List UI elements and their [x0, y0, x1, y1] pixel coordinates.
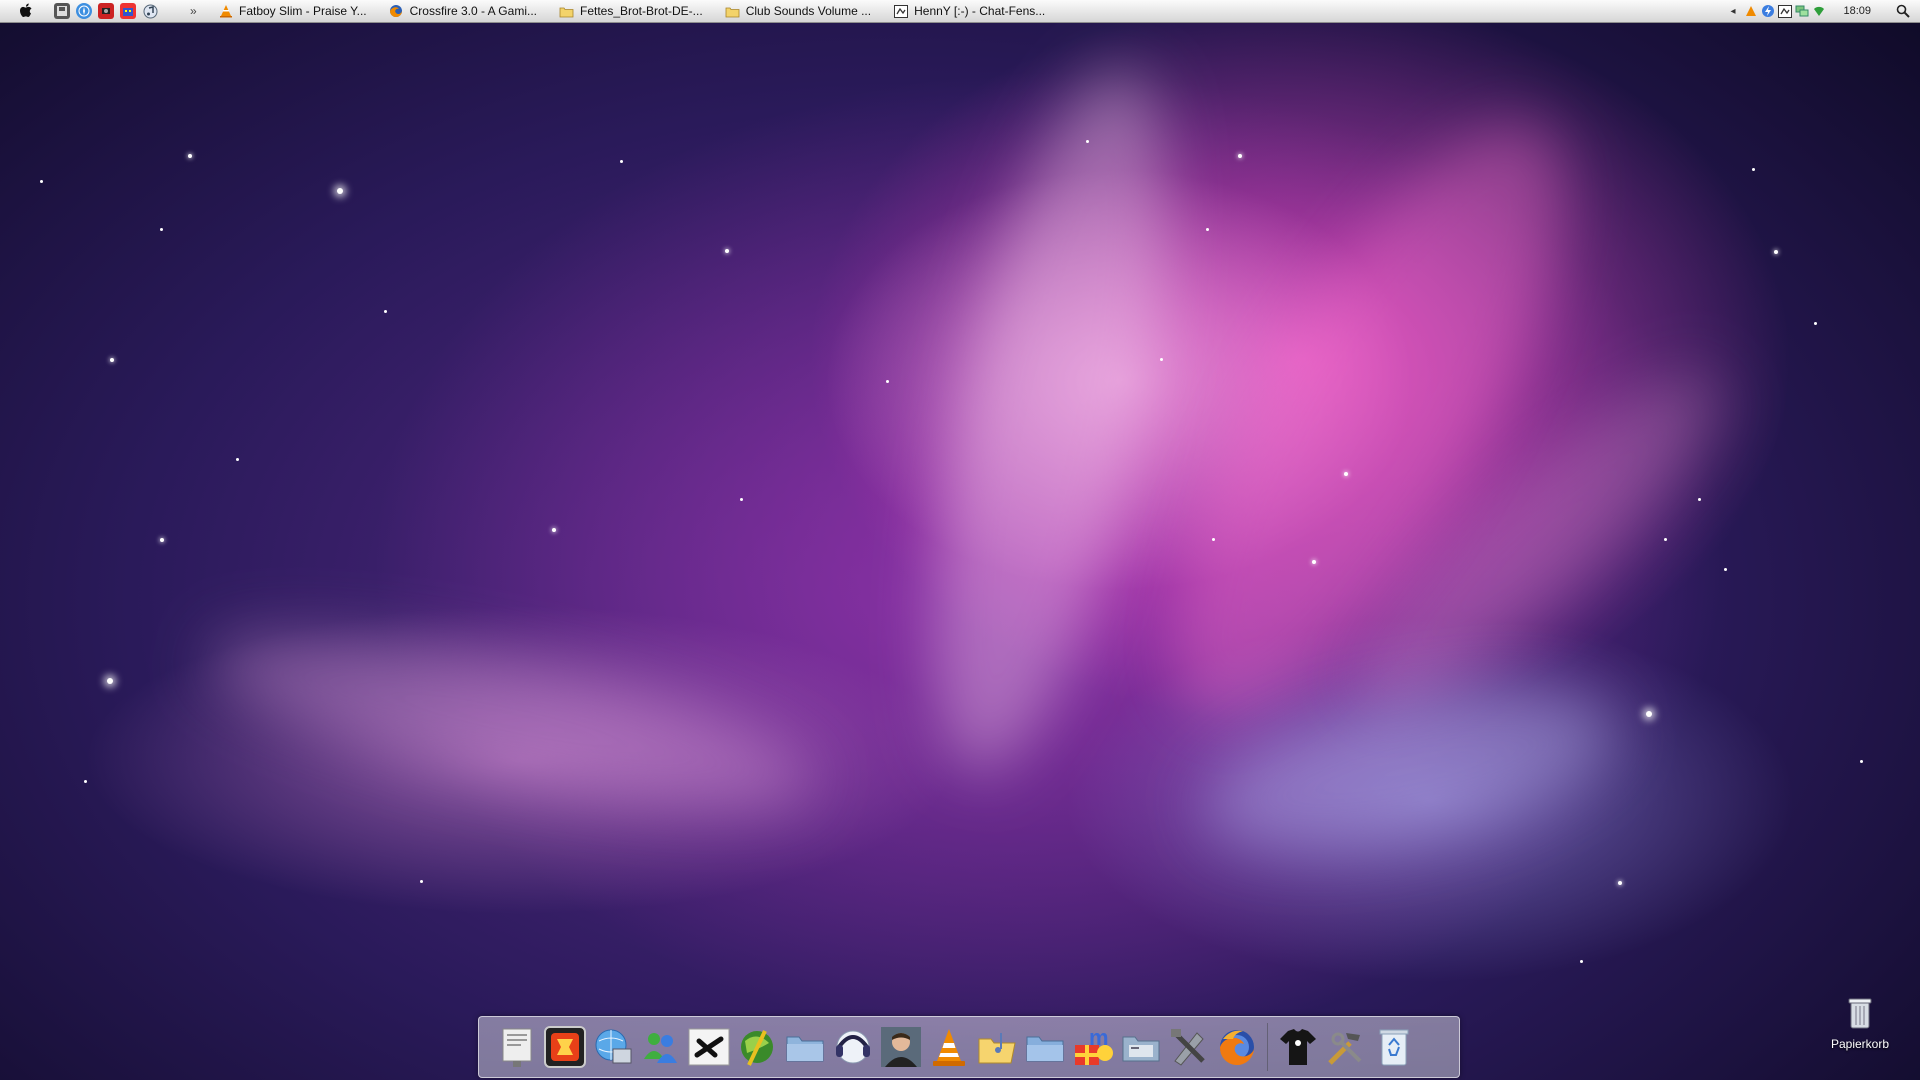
star [1086, 140, 1089, 143]
desktop-wallpaper [0, 0, 1920, 1080]
firefox-icon [389, 4, 404, 19]
gadget-icon[interactable] [541, 1023, 589, 1071]
network-globe-icon[interactable] [589, 1023, 637, 1071]
task-firefox[interactable]: Crossfire 3.0 - A Gami... [389, 0, 537, 22]
star [1814, 322, 1817, 325]
top-taskbar: » Fatboy Slim - Praise Y... Crossfire 3.… [0, 0, 1920, 23]
task-vlc[interactable]: Fatboy Slim - Praise Y... [218, 0, 367, 22]
star [337, 188, 343, 194]
task-label: Crossfire 3.0 - A Gami... [409, 4, 537, 18]
system-tray: ◂ 18:09 [1730, 0, 1920, 22]
folder-icon [559, 4, 574, 19]
flash-icon[interactable] [1761, 4, 1775, 18]
star [1344, 472, 1348, 476]
star [1618, 881, 1622, 885]
msn-icon[interactable]: m [1069, 1023, 1117, 1071]
recycle-bin-icon[interactable] [1370, 1023, 1418, 1071]
music-folder-icon[interactable] [973, 1023, 1021, 1071]
dock: m [478, 1016, 1460, 1078]
star [1664, 538, 1667, 541]
star [1160, 358, 1163, 361]
safari-icon[interactable] [76, 3, 92, 19]
star [1206, 228, 1209, 231]
star [160, 228, 163, 231]
star [725, 249, 729, 253]
task-chat-window[interactable]: HennY [:-) - Chat-Fens... [893, 0, 1045, 22]
star [420, 880, 423, 883]
preview-icon[interactable] [493, 1023, 541, 1071]
vlc-cone-icon [218, 4, 233, 19]
system-tools-icon[interactable] [1165, 1023, 1213, 1071]
itunes-icon[interactable] [142, 3, 158, 19]
x-app-icon[interactable] [685, 1023, 733, 1071]
star [740, 498, 743, 501]
aurora-ray [194, 596, 826, 844]
task-label: Fatboy Slim - Praise Y... [239, 4, 367, 18]
task-label: Fettes_Brot-Brot-DE-... [579, 4, 703, 18]
disk-utility-icon[interactable] [54, 3, 70, 19]
tray-expand-arrow[interactable]: ◂ [1730, 6, 1735, 17]
messenger-people-icon[interactable] [637, 1023, 685, 1071]
aurora-ray [887, 49, 1213, 791]
vlc-icon[interactable] [925, 1023, 973, 1071]
folder-icon [725, 4, 740, 19]
star [160, 538, 164, 542]
task-label: HennY [:-) - Chat-Fens... [914, 4, 1046, 18]
star [1312, 560, 1316, 564]
calendar-icon[interactable] [120, 3, 136, 19]
star [1752, 168, 1755, 171]
trash-label: Papierkorb [1830, 1037, 1890, 1051]
task-folder-club-sounds[interactable]: Club Sounds Volume ... [725, 0, 871, 22]
task-label: Club Sounds Volume ... [745, 4, 872, 18]
star [40, 180, 43, 183]
star [384, 310, 387, 313]
vlc-tray-icon[interactable] [1744, 4, 1758, 18]
globe-tool-icon[interactable] [733, 1023, 781, 1071]
dock-separator [1267, 1023, 1268, 1071]
star [110, 358, 114, 362]
star [1580, 960, 1583, 963]
apple-icon[interactable] [12, 0, 40, 22]
star [620, 160, 623, 163]
downloads-folder-icon[interactable] [1117, 1023, 1165, 1071]
star [1212, 538, 1215, 541]
chat-window-icon [893, 4, 908, 19]
contact-photo-icon[interactable] [877, 1023, 925, 1071]
task-folder-fettes-brot[interactable]: Fettes_Brot-Brot-DE-... [559, 0, 703, 22]
star [1724, 568, 1727, 571]
star [107, 678, 113, 684]
star [1238, 154, 1242, 158]
star [84, 780, 87, 783]
headset-icon[interactable] [829, 1023, 877, 1071]
star [552, 528, 556, 532]
network-icon[interactable] [1795, 4, 1809, 18]
wifi-icon[interactable] [1812, 4, 1826, 18]
chat-tray-icon[interactable] [1778, 4, 1793, 18]
folder-stack-icon[interactable] [781, 1023, 829, 1071]
tools-icon[interactable] [1322, 1023, 1370, 1071]
photobooth-icon[interactable] [98, 3, 114, 19]
overflow-chevron[interactable]: » [190, 4, 204, 18]
firefox-icon[interactable] [1213, 1023, 1261, 1071]
tshirt-icon[interactable] [1274, 1023, 1322, 1071]
star [1774, 250, 1778, 254]
star [188, 154, 192, 158]
documents-folder-icon[interactable] [1021, 1023, 1069, 1071]
star [236, 458, 239, 461]
star [1646, 711, 1652, 717]
star [886, 380, 889, 383]
trash-icon [1845, 998, 1875, 1034]
star [1698, 498, 1701, 501]
clock[interactable]: 18:09 [1843, 5, 1871, 17]
spotlight-search-icon[interactable] [1896, 4, 1910, 18]
star [1860, 760, 1863, 763]
desktop-trash[interactable]: Papierkorb [1816, 996, 1904, 1051]
quick-launch [54, 3, 158, 19]
